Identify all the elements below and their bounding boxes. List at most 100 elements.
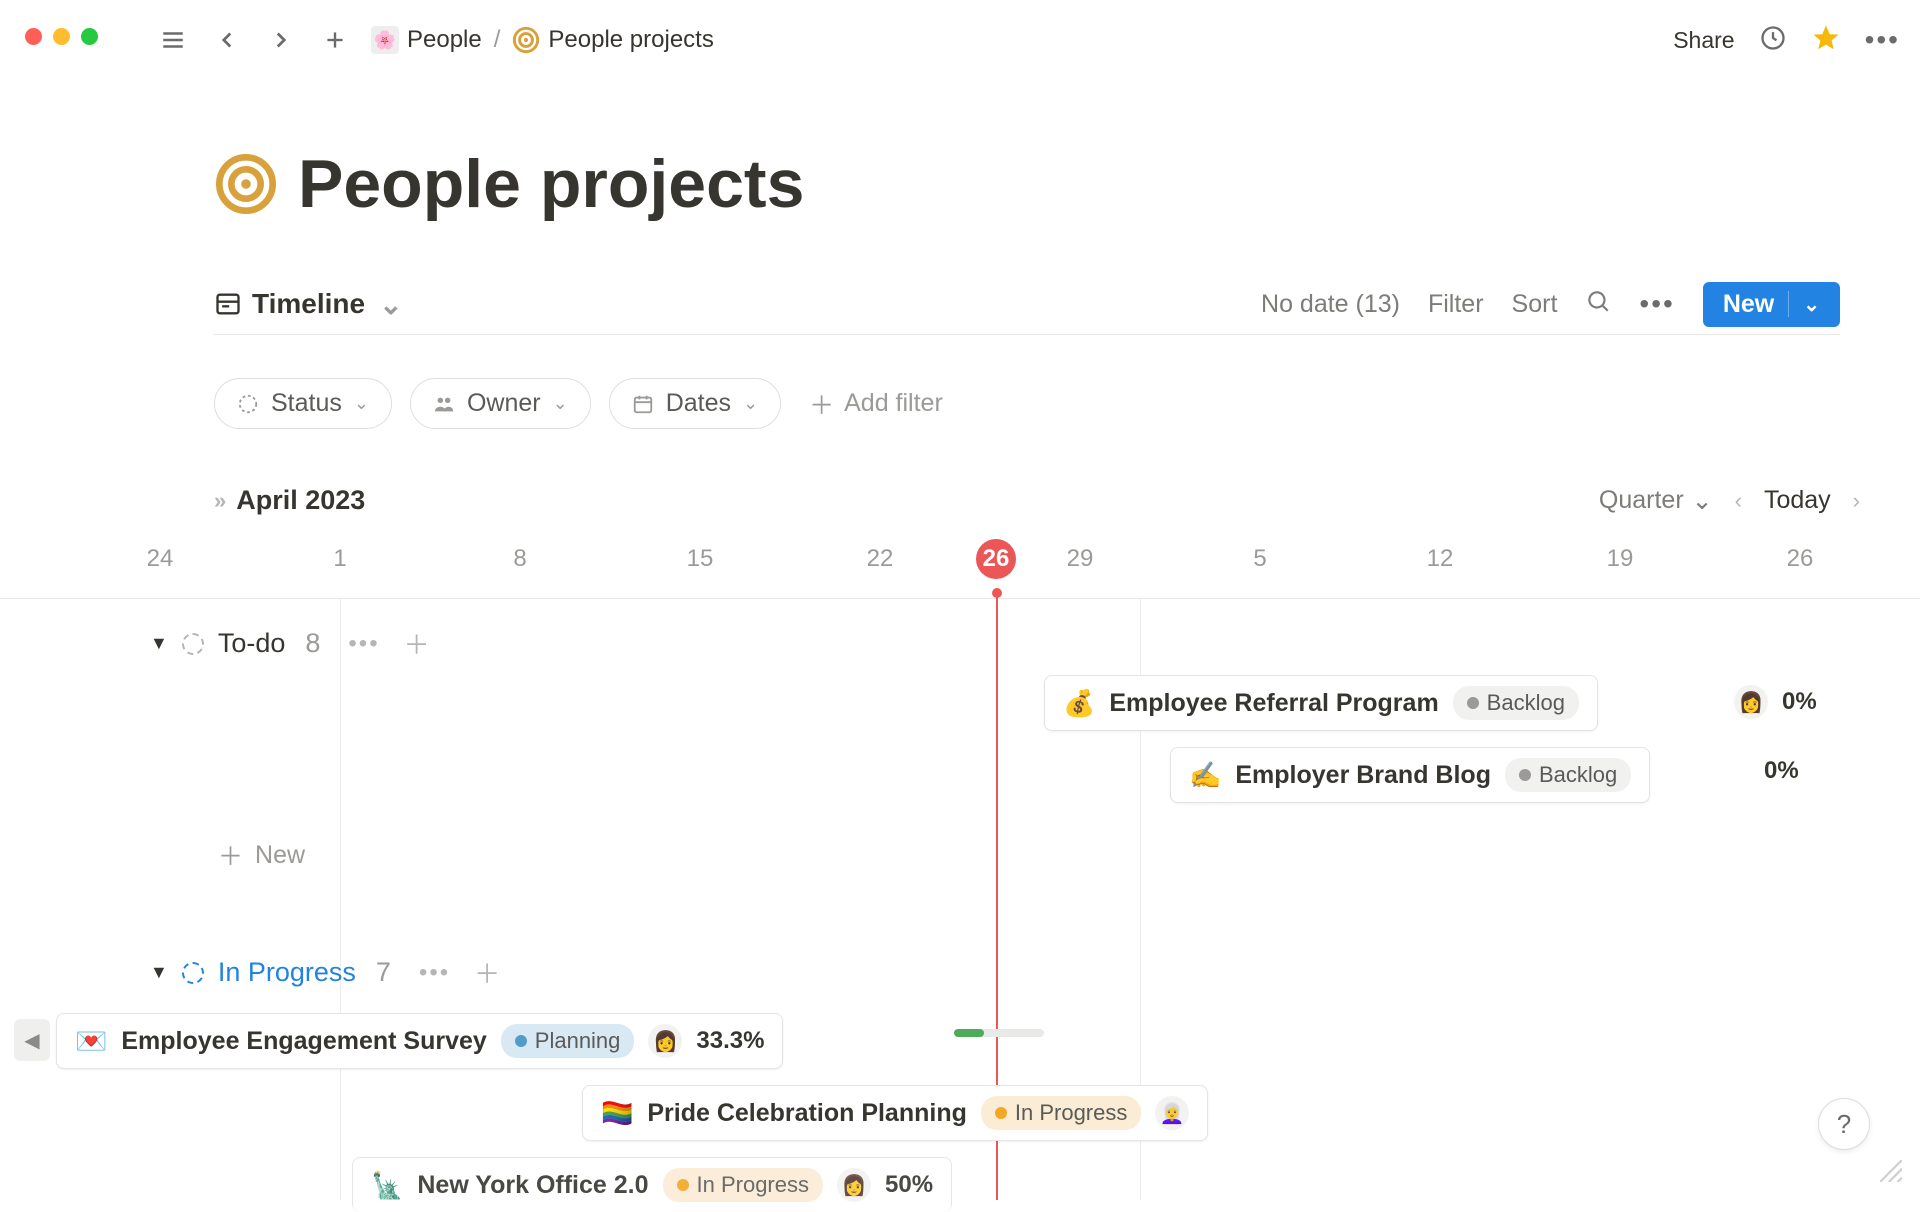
today-button[interactable]: Today xyxy=(1764,486,1831,515)
card-percent: 50% xyxy=(885,1171,933,1199)
card-percent: 33.3% xyxy=(696,1027,764,1055)
avatar-icon[interactable]: 👩‍🦳 xyxy=(1155,1096,1189,1130)
more-menu-icon[interactable]: ••• xyxy=(1865,24,1900,56)
card-trail-engagement xyxy=(954,1029,1044,1037)
group-add-icon[interactable]: ＋ xyxy=(474,954,500,991)
group-more-icon[interactable]: ••• xyxy=(348,630,379,658)
filter-button[interactable]: Filter xyxy=(1428,290,1484,319)
group-label[interactable]: In Progress xyxy=(218,957,356,988)
status-text: Backlog xyxy=(1539,762,1617,788)
help-button[interactable]: ? xyxy=(1818,1098,1870,1150)
breadcrumb-parent-icon: 🌸 xyxy=(371,26,399,54)
new-item-todo[interactable]: ＋ New xyxy=(218,837,305,873)
chevron-down-icon: ⌄ xyxy=(354,393,369,414)
sort-button[interactable]: Sort xyxy=(1512,290,1558,319)
status-text: Planning xyxy=(535,1028,621,1054)
card-emoji: 💌 xyxy=(75,1026,107,1057)
new-page-icon[interactable] xyxy=(317,22,353,58)
status-pill: Backlog xyxy=(1505,758,1631,792)
nav-back-icon[interactable] xyxy=(209,22,245,58)
date-tick: 19 xyxy=(1607,545,1634,573)
timeline-prev-icon[interactable]: ‹ xyxy=(1735,488,1742,514)
new-button[interactable]: New ⌄ xyxy=(1703,282,1840,327)
view-toolbar: Timeline ⌄ No date (13) Filter Sort ••• … xyxy=(214,280,1840,335)
chevron-down-icon[interactable]: ⌄ xyxy=(1803,292,1820,317)
nav-forward-icon[interactable] xyxy=(263,22,299,58)
status-dot-icon xyxy=(1519,769,1531,781)
chevron-down-icon: ⌄ xyxy=(379,288,402,321)
project-card-referral[interactable]: 💰 Employee Referral Program Backlog xyxy=(1044,675,1598,731)
timeline-header: » April 2023 Quarter ⌄ ‹ Today › xyxy=(214,485,1860,516)
breadcrumb-title[interactable]: People projects xyxy=(548,26,713,54)
breadcrumb-parent[interactable]: People xyxy=(407,26,482,54)
collapse-toggle[interactable]: ▼ xyxy=(150,962,168,983)
plus-icon: ＋ xyxy=(809,386,834,422)
topbar-left: 🌸 People / People projects xyxy=(155,22,714,58)
page-header: People projects xyxy=(214,145,804,223)
plus-icon: ＋ xyxy=(218,837,243,873)
updates-icon[interactable] xyxy=(1759,24,1787,57)
card-trail-referral: 👩 0% xyxy=(1734,685,1817,719)
avatar-icon[interactable]: 👩 xyxy=(648,1024,682,1058)
group-add-icon[interactable]: ＋ xyxy=(404,625,430,662)
project-card-nyc[interactable]: 🗽 New York Office 2.0 In Progress 👩 50% xyxy=(352,1157,952,1212)
page-icon[interactable] xyxy=(214,152,278,216)
card-title: Employee Referral Program xyxy=(1109,689,1438,718)
group-row-inprogress: ▼ In Progress 7 ••• ＋ xyxy=(150,954,500,991)
topbar: 🌸 People / People projects Share ••• xyxy=(155,15,1900,65)
minimize-window-button[interactable] xyxy=(53,28,70,45)
chevron-down-icon: ⌄ xyxy=(743,393,758,414)
date-tick: 24 xyxy=(147,545,174,573)
filter-chip-status[interactable]: Status ⌄ xyxy=(214,378,392,429)
page-title[interactable]: People projects xyxy=(298,145,804,223)
status-text: In Progress xyxy=(697,1172,810,1198)
date-tick-today: 26 xyxy=(976,539,1016,579)
progress-bar xyxy=(954,1029,1044,1037)
scale-label: Quarter xyxy=(1599,486,1684,515)
card-emoji: 🗽 xyxy=(371,1170,403,1201)
project-card-pride[interactable]: 🏳️‍🌈 Pride Celebration Planning In Progr… xyxy=(582,1085,1208,1141)
chip-label: Status xyxy=(271,389,342,418)
date-tick: 1 xyxy=(333,545,346,573)
date-axis: 24 1 8 15 22 26 29 5 12 19 26 xyxy=(120,545,1900,595)
group-count: 8 xyxy=(305,628,320,659)
search-icon[interactable] xyxy=(1585,288,1611,321)
filter-chip-owner[interactable]: Owner ⌄ xyxy=(410,378,591,429)
chevron-right-icon: » xyxy=(214,488,226,514)
collapse-toggle[interactable]: ▼ xyxy=(150,633,168,654)
project-card-brand[interactable]: ✍️ Employer Brand Blog Backlog xyxy=(1170,747,1650,803)
overflow-left-icon[interactable]: ◀ xyxy=(14,1019,50,1061)
resize-handle-icon[interactable] xyxy=(1880,1160,1902,1182)
avatar-icon[interactable]: 👩 xyxy=(1734,685,1768,719)
favorite-star-icon[interactable] xyxy=(1811,23,1841,58)
group-label[interactable]: To-do xyxy=(218,628,286,659)
month-label[interactable]: » April 2023 xyxy=(214,485,365,516)
share-button[interactable]: Share xyxy=(1673,27,1734,54)
group-row-todo: ▼ To-do 8 ••• ＋ xyxy=(150,625,430,662)
view-more-icon[interactable]: ••• xyxy=(1639,288,1674,320)
view-selector[interactable]: Timeline ⌄ xyxy=(214,288,403,321)
project-card-engagement[interactable]: 💌 Employee Engagement Survey Planning 👩 … xyxy=(56,1013,783,1069)
timeline-next-icon[interactable]: › xyxy=(1853,488,1860,514)
card-percent: 0% xyxy=(1782,688,1817,716)
card-emoji: 🏳️‍🌈 xyxy=(601,1098,633,1129)
filter-chip-dates[interactable]: Dates ⌄ xyxy=(609,378,781,429)
add-filter-button[interactable]: ＋ Add filter xyxy=(809,386,943,422)
filter-row: Status ⌄ Owner ⌄ Dates ⌄ ＋ Add filter xyxy=(214,378,943,429)
view-toolbar-right: No date (13) Filter Sort ••• New ⌄ xyxy=(1261,282,1840,327)
close-window-button[interactable] xyxy=(25,28,42,45)
hamburger-icon[interactable] xyxy=(155,22,191,58)
no-date-button[interactable]: No date (13) xyxy=(1261,290,1400,319)
chip-label: Dates xyxy=(666,389,731,418)
avatar-icon[interactable]: 👩 xyxy=(837,1168,871,1202)
chip-label: Owner xyxy=(467,389,541,418)
scale-selector[interactable]: Quarter ⌄ xyxy=(1599,486,1713,516)
status-pill: In Progress xyxy=(663,1168,824,1202)
date-tick: 8 xyxy=(513,545,526,573)
card-title: New York Office 2.0 xyxy=(417,1171,648,1200)
group-more-icon[interactable]: ••• xyxy=(419,959,450,987)
maximize-window-button[interactable] xyxy=(81,28,98,45)
status-text: In Progress xyxy=(1015,1100,1128,1126)
today-marker-dot xyxy=(992,588,1002,598)
target-icon xyxy=(512,26,540,54)
